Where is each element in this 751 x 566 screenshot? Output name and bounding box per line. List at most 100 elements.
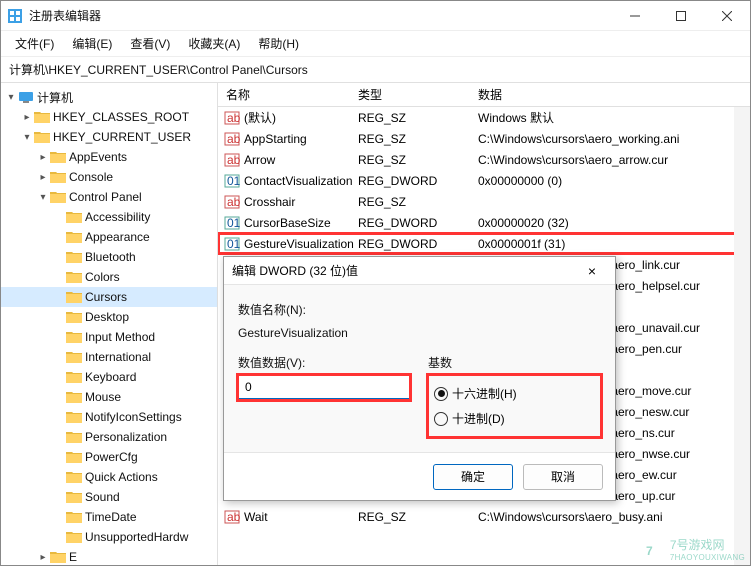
cell-type: REG_DWORD xyxy=(358,174,478,188)
svg-text:ab: ab xyxy=(227,153,240,167)
folder-icon xyxy=(66,390,82,404)
tree-twisty-icon[interactable]: ▸ xyxy=(21,112,33,123)
tree-node-appevents[interactable]: ▸ AppEvents xyxy=(1,147,217,167)
binary-value-icon: 011 xyxy=(224,236,240,252)
col-type[interactable]: 类型 xyxy=(358,86,478,103)
svg-text:011: 011 xyxy=(227,174,240,188)
menu-file[interactable]: 文件(F) xyxy=(9,33,60,54)
tree-node-quick-actions[interactable]: Quick Actions xyxy=(1,467,217,487)
titlebar[interactable]: 注册表编辑器 xyxy=(1,1,750,31)
tree-label: AppEvents xyxy=(69,150,127,164)
tree-node-cursors[interactable]: Cursors xyxy=(1,287,217,307)
tree-node-desktop[interactable]: Desktop xyxy=(1,307,217,327)
radio-dec[interactable]: 十进制(D) xyxy=(434,406,593,431)
binary-value-icon: 011 xyxy=(224,215,240,231)
cell-type: REG_DWORD xyxy=(358,237,478,251)
tree-twisty-icon[interactable]: ▸ xyxy=(37,172,49,183)
list-row[interactable]: abCrosshairREG_SZ xyxy=(218,191,750,212)
tree-twisty-icon[interactable]: ▾ xyxy=(37,192,49,203)
menu-help[interactable]: 帮助(H) xyxy=(252,33,305,54)
col-name[interactable]: 名称 xyxy=(218,86,358,103)
tree-node-unsupportedhardw[interactable]: UnsupportedHardw xyxy=(1,527,217,547)
tree-node-input-method[interactable]: Input Method xyxy=(1,327,217,347)
tree-node-overflow[interactable]: ▸E xyxy=(1,547,217,565)
col-data[interactable]: 数据 xyxy=(478,86,750,103)
tree-label: Control Panel xyxy=(69,190,142,204)
value-data-input[interactable] xyxy=(238,375,410,400)
tree-view[interactable]: ▾计算机▸HKEY_CLASSES_ROOT ▾ HKEY_CURRENT_USER… xyxy=(1,83,218,565)
minimize-button[interactable] xyxy=(612,1,658,31)
list-row[interactable]: 011ContactVisualizationREG_DWORD0x000000… xyxy=(218,170,750,191)
folder-icon xyxy=(66,530,82,544)
watermark-icon: 7 xyxy=(644,538,666,560)
cell-data: C:\Windows\cursors\aero_arrow.cur xyxy=(478,153,750,167)
tree-label: Mouse xyxy=(85,390,121,404)
cancel-button[interactable]: 取消 xyxy=(523,464,603,490)
dialog-buttons: 确定 取消 xyxy=(224,452,615,500)
close-button[interactable] xyxy=(704,1,750,31)
tree-node-sound[interactable]: Sound xyxy=(1,487,217,507)
list-row[interactable]: 011GestureVisualizationREG_DWORD0x000000… xyxy=(218,233,750,254)
list-row[interactable]: 011CursorBaseSizeREG_DWORD0x00000020 (32… xyxy=(218,212,750,233)
tree-node-accessibility[interactable]: Accessibility xyxy=(1,207,217,227)
maximize-button[interactable] xyxy=(658,1,704,31)
tree-node-notifyiconsettings[interactable]: NotifyIconSettings xyxy=(1,407,217,427)
tree-node-colors[interactable]: Colors xyxy=(1,267,217,287)
ok-button[interactable]: 确定 xyxy=(433,464,513,490)
tree-node-powercfg[interactable]: PowerCfg xyxy=(1,447,217,467)
svg-text:ab: ab xyxy=(227,132,240,146)
tree-twisty-icon[interactable]: ▸ xyxy=(37,152,49,163)
tree-label: HKEY_CURRENT_USER xyxy=(53,130,191,144)
list-row[interactable]: abArrowREG_SZC:\Windows\cursors\aero_arr… xyxy=(218,149,750,170)
svg-text:ab: ab xyxy=(227,111,240,125)
window-title: 注册表编辑器 xyxy=(29,7,101,24)
tree-node-computer[interactable]: ▾计算机 xyxy=(1,87,217,107)
list-row[interactable]: abAppStartingREG_SZC:\Windows\cursors\ae… xyxy=(218,128,750,149)
cell-data: 0x00000000 (0) xyxy=(478,174,750,188)
menu-edit[interactable]: 编辑(E) xyxy=(66,33,118,54)
value-name-text: GestureVisualization xyxy=(238,322,601,348)
watermark: 7 7号游戏网 7HAOYOUXIWANG xyxy=(644,536,745,562)
address-bar[interactable]: 计算机\HKEY_CURRENT_USER\Control Panel\Curs… xyxy=(1,57,750,83)
dialog-title: 编辑 DWORD (32 位)值 xyxy=(232,262,577,279)
computer-icon xyxy=(18,91,34,103)
tree-twisty-icon[interactable]: ▾ xyxy=(21,132,33,143)
list-row[interactable]: ab(默认)REG_SZWindows 默认 xyxy=(218,107,750,128)
tree-node-console[interactable]: ▸Console xyxy=(1,167,217,187)
menubar: 文件(F) 编辑(E) 查看(V) 收藏夹(A) 帮助(H) xyxy=(1,31,750,57)
menu-favorites[interactable]: 收藏夹(A) xyxy=(182,33,246,54)
folder-icon xyxy=(34,130,50,144)
tree-node-control-panel[interactable]: ▾ Control Panel xyxy=(1,187,217,207)
tree-node-hkcu[interactable]: ▾ HKEY_CURRENT_USER xyxy=(1,127,217,147)
binary-value-icon: 011 xyxy=(224,173,240,189)
vertical-scrollbar[interactable] xyxy=(734,107,750,565)
tree-node-keyboard[interactable]: Keyboard xyxy=(1,367,217,387)
tree-twisty-icon[interactable]: ▸ xyxy=(37,552,49,563)
tree-node-personalization[interactable]: Personalization xyxy=(1,427,217,447)
watermark-line2: 7HAOYOUXIWANG xyxy=(670,553,745,562)
menu-view[interactable]: 查看(V) xyxy=(124,33,176,54)
list-row[interactable]: abWaitREG_SZC:\Windows\cursors\aero_busy… xyxy=(218,506,750,527)
tree-node-international[interactable]: International xyxy=(1,347,217,367)
dialog-titlebar[interactable]: 编辑 DWORD (32 位)值 × xyxy=(224,257,615,285)
radio-hex[interactable]: 十六进制(H) xyxy=(434,381,593,406)
cell-data: C:\Windows\cursors\aero_working.ani xyxy=(478,132,750,146)
folder-icon xyxy=(66,270,82,284)
folder-icon xyxy=(50,190,66,204)
tree-label: Sound xyxy=(85,490,120,504)
tree-label: NotifyIconSettings xyxy=(85,410,182,424)
tree-node-timedate[interactable]: TimeDate xyxy=(1,507,217,527)
regedit-icon xyxy=(7,8,23,24)
folder-icon xyxy=(66,310,82,324)
tree-node-mouse[interactable]: Mouse xyxy=(1,387,217,407)
cell-data: C:\Windows\cursors\aero_busy.ani xyxy=(478,510,750,524)
tree-node-appearance[interactable]: Appearance xyxy=(1,227,217,247)
tree-label: E xyxy=(69,550,77,564)
string-value-icon: ab xyxy=(224,131,240,147)
tree-node-hkcr[interactable]: ▸HKEY_CLASSES_ROOT xyxy=(1,107,217,127)
tree-node-bluetooth[interactable]: Bluetooth xyxy=(1,247,217,267)
dialog-close-button[interactable]: × xyxy=(577,263,607,279)
folder-icon xyxy=(34,110,50,124)
tree-twisty-icon[interactable]: ▾ xyxy=(5,92,17,103)
folder-icon xyxy=(66,210,82,224)
